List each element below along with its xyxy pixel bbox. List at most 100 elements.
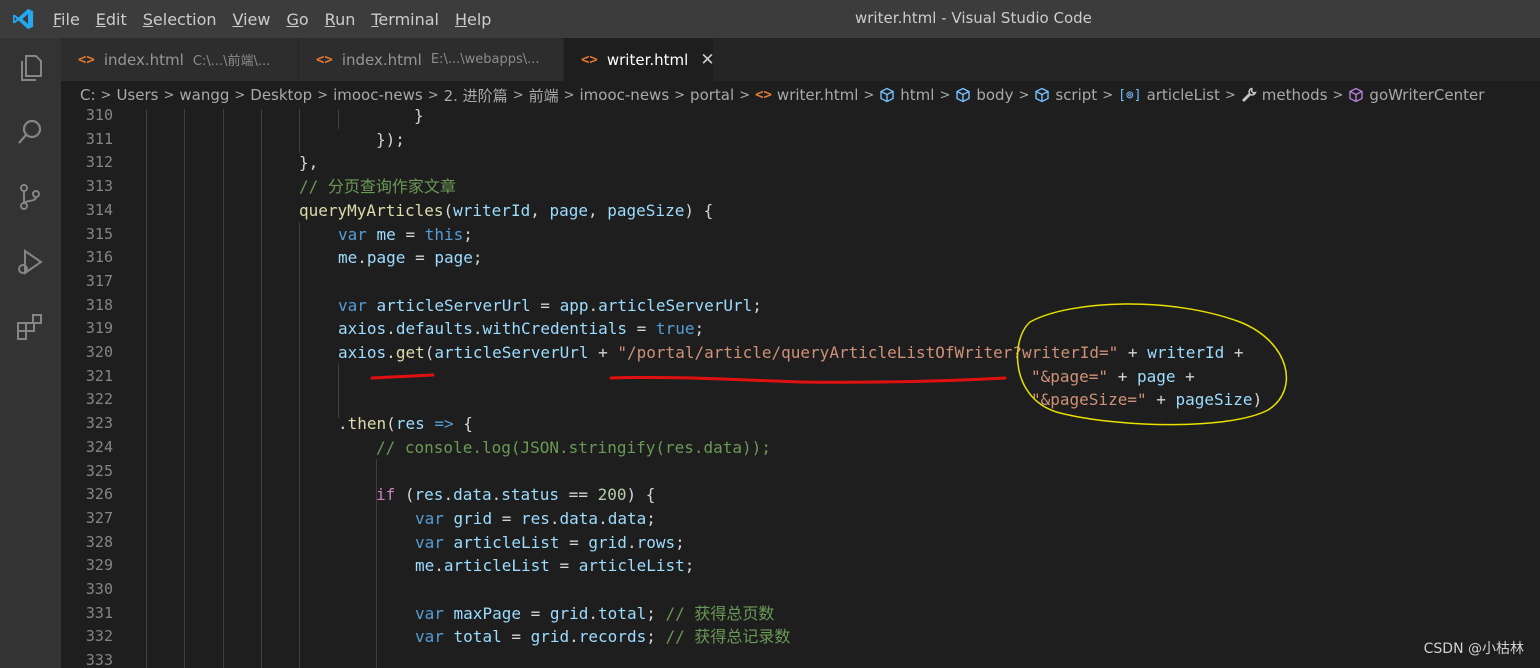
breadcrumb-item[interactable]: 前端 (529, 85, 559, 106)
menu-terminal[interactable]: Terminal (371, 10, 439, 29)
chevron-right-icon: > (1332, 87, 1344, 103)
code-token: ( (395, 485, 415, 505)
activity-bar (0, 38, 61, 668)
code-token: res (414, 485, 444, 505)
breadcrumb-item[interactable]: imooc-news (333, 86, 423, 104)
code-token: . (386, 319, 396, 339)
indent-guide (223, 109, 224, 668)
breadcrumb-symbol[interactable]: methods (1241, 86, 1328, 104)
code-token: page (434, 248, 473, 268)
menu-file[interactable]: File (53, 10, 80, 29)
code-editor[interactable]: 310 311 312 313 314 315 316 317 318 319 … (61, 109, 1540, 668)
code-token: me (415, 556, 435, 576)
breadcrumb-label: writer.html (776, 86, 859, 104)
code-line: var me = this; (338, 223, 473, 247)
code-token: = (627, 319, 656, 339)
code-token: var (415, 603, 444, 623)
code-token: = (520, 603, 550, 623)
code-line: } (414, 109, 424, 128)
breadcrumb-item[interactable]: Desktop (250, 86, 312, 104)
code-token: res (395, 414, 425, 434)
code-token: rows (636, 532, 676, 552)
code-token: var (415, 532, 444, 552)
breadcrumb-item[interactable]: wangg (179, 86, 229, 104)
code-token: = (501, 627, 531, 647)
breadcrumb-symbol[interactable]: html (879, 86, 934, 104)
run-debug-icon[interactable] (14, 246, 46, 278)
menu-go[interactable]: Go (286, 10, 308, 29)
code-token: ; (684, 556, 695, 576)
breadcrumb-file[interactable]: <> writer.html (755, 86, 858, 104)
breadcrumb-symbol[interactable]: goWriterCenter (1348, 86, 1484, 104)
title-bar: File Edit Selection View Go Run Terminal… (0, 0, 1540, 38)
chevron-right-icon: > (163, 87, 175, 103)
extensions-icon[interactable] (14, 311, 46, 343)
code-line: queryMyArticles(writerId, page, pageSize… (299, 199, 713, 223)
tab-label: index.html (341, 50, 422, 69)
tab-writer-html[interactable]: <> writer.html ✕ (564, 38, 715, 81)
line-number: 324 (85, 437, 113, 456)
breadcrumb-item[interactable]: Users (116, 86, 158, 104)
menu-help[interactable]: Help (455, 10, 491, 29)
code-token: var (338, 224, 367, 244)
code-token: articleList (443, 556, 550, 576)
menu-view[interactable]: View (233, 10, 271, 29)
code-token: then (347, 414, 387, 434)
code-comment: // 获得总页数 (665, 603, 775, 623)
html-file-icon: <> (316, 51, 333, 68)
indent-guide (146, 109, 147, 668)
tab-index-html-2[interactable]: <> index.html E:\...\webapps\... (299, 38, 564, 81)
menu-edit[interactable]: Edit (96, 10, 127, 29)
line-number: 316 (85, 248, 113, 267)
code-line: var grid = res.data.data; (415, 507, 656, 531)
breadcrumb-symbol[interactable]: [⊚] articleList (1118, 86, 1220, 104)
code-token: + (588, 343, 618, 362)
search-icon[interactable] (14, 116, 46, 148)
code-line: }); (376, 128, 405, 152)
tab-index-html-1[interactable]: <> index.html C:\...\前端\... (61, 38, 299, 81)
code-line: me.page = page; (338, 246, 483, 270)
code-token: page (366, 248, 406, 268)
tab-label: index.html (103, 50, 184, 69)
explorer-icon[interactable] (14, 52, 46, 84)
code-token: me (366, 224, 396, 244)
menu-run[interactable]: Run (325, 10, 356, 29)
code-token: . (598, 508, 608, 528)
code-comment: // 分页查询作家文章 (299, 177, 456, 197)
chevron-right-icon: > (739, 87, 751, 103)
code-token: true (655, 319, 695, 339)
code-token: . (434, 556, 444, 576)
code-token: maxPage (443, 603, 521, 623)
code-line: var articleServerUrl = app.articleServer… (338, 294, 762, 318)
source-control-icon[interactable] (14, 181, 46, 213)
line-number: 323 (85, 414, 113, 433)
code-line: var maxPage = grid.total; // 获得总页数 (415, 602, 774, 626)
breadcrumb-item[interactable]: portal (690, 86, 734, 104)
code-token: get (395, 343, 425, 362)
code-token: app (559, 295, 589, 315)
code-string: "&page=" (1031, 366, 1109, 386)
tab-label: writer.html (606, 50, 689, 69)
breadcrumb-item[interactable]: 2. 进阶篇 (444, 85, 508, 106)
code-token: grid (588, 532, 627, 552)
code-line: }, (299, 151, 318, 175)
html-file-icon: <> (755, 87, 772, 103)
breadcrumb-item[interactable]: imooc-news (580, 86, 670, 104)
html-file-icon: <> (78, 51, 95, 68)
menu-selection[interactable]: Selection (143, 10, 217, 29)
code-token: page (1136, 366, 1176, 386)
watermark: CSDN @小枯林 (1423, 641, 1524, 657)
code-token: } (414, 109, 424, 125)
breadcrumb-item[interactable]: C: (80, 86, 96, 104)
line-number: 331 (85, 603, 113, 622)
code-token: articleServerUrl (598, 295, 753, 315)
code-token: ; (646, 627, 666, 647)
line-number: 327 (85, 508, 113, 527)
code-line: axios.get(articleServerUrl + "/portal/ar… (338, 341, 1244, 365)
breadcrumb-symbol[interactable]: script (1034, 86, 1097, 104)
code-token: status (501, 485, 560, 505)
close-icon[interactable]: ✕ (700, 50, 714, 70)
chevron-right-icon: > (1224, 87, 1236, 103)
code-token: data (453, 485, 492, 505)
breadcrumb-symbol[interactable]: body (955, 86, 1013, 104)
